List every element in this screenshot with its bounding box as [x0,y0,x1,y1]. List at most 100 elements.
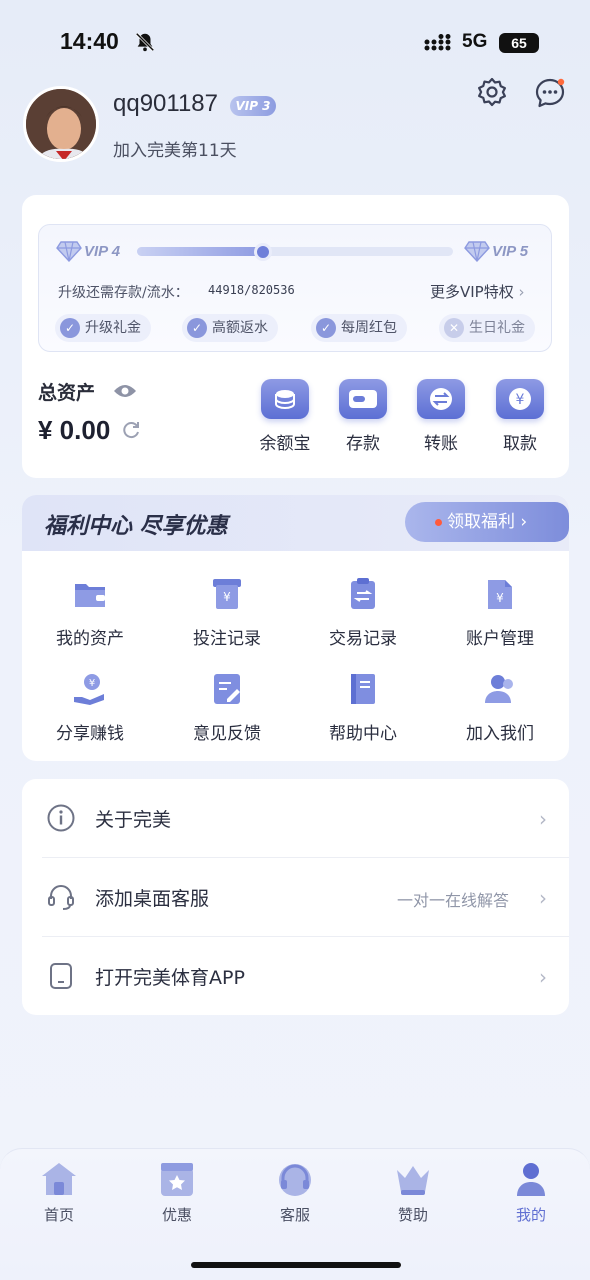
grid-label: 投注记录 [193,629,261,649]
about-row[interactable]: 关于完美 › [22,779,569,857]
perk-chip: ✓ 每周红包 [311,314,407,342]
more-vip-link[interactable]: 更多VIP特权 › [430,281,525,302]
transfer-button[interactable]: 转账 [406,379,476,454]
tab-mine[interactable]: 我的 [472,1160,590,1225]
wallet-icon [339,379,387,419]
my-assets-item[interactable]: 我的资产 [30,576,150,649]
upgrade-label: 升级还需存款/流水： [58,285,189,301]
chevron-right-icon: › [518,283,525,301]
user-icon [511,1160,551,1198]
tab-label: 客服 [279,1206,310,1224]
phone-icon [50,963,72,989]
check-icon: ✓ [316,318,336,338]
withdraw-button[interactable]: ¥ 取款 [485,379,555,454]
status-time: 14:40 [60,28,119,54]
vip-badge: VIP 3 [230,96,276,116]
svg-text:¥: ¥ [496,591,504,605]
grid-label: 账户管理 [466,629,534,649]
people-icon [482,671,518,707]
headset-icon [48,885,74,910]
network-type: 5G [462,31,488,52]
tab-sponsor[interactable]: 赞助 [354,1160,472,1225]
refresh-icon[interactable] [121,420,141,440]
chevron-right-icon: › [539,886,547,910]
gift-icon [157,1160,197,1198]
total-assets-amount: ¥ 0.00 [38,415,111,445]
open-app-row[interactable]: 打开完美体育APP › [22,937,569,1015]
claim-label: 领取福利 [447,512,515,532]
diamond-icon [56,241,82,262]
eye-icon[interactable] [113,383,137,399]
perk-label: 生日礼金 [469,320,525,336]
action-label: 取款 [503,434,537,454]
grid-label: 我的资产 [56,629,124,649]
signal-icon [424,34,451,51]
menu-label: 关于完美 [95,809,172,831]
join-days: 加入完美第11天 [113,141,237,161]
grid-label: 意见反馈 [193,724,261,744]
join-us-item[interactable]: 加入我们 [440,671,560,744]
tab-label: 我的 [515,1206,546,1224]
svg-text:¥: ¥ [223,590,231,604]
hand-coin-icon: ¥ [72,671,108,707]
check-icon: ✓ [60,318,80,338]
help-book-icon [345,671,381,707]
deposit-button[interactable]: 存款 [328,379,398,454]
avatar[interactable] [23,86,99,162]
home-indicator [191,1262,401,1268]
tab-label: 首页 [43,1206,74,1224]
bet-record-icon: ¥ [209,576,245,612]
bet-record-item[interactable]: ¥ 投注记录 [167,576,287,649]
cross-icon: ✕ [444,318,464,338]
chevron-right-icon: › [520,512,528,532]
action-label: 余额宝 [259,434,311,454]
clipboard-icon [345,576,381,612]
transfer-icon [417,379,465,419]
username: qq901187 [113,90,218,117]
transaction-record-item[interactable]: 交易记录 [303,576,423,649]
chevron-right-icon: › [539,807,547,831]
svg-text:¥: ¥ [516,392,525,408]
action-label: 转账 [424,434,458,454]
help-center-item[interactable]: 帮助中心 [303,671,423,744]
perk-chip: ✓ 升级礼金 [55,314,151,342]
share-earn-item[interactable]: ¥ 分享赚钱 [30,671,150,744]
perk-label: 升级礼金 [85,320,141,336]
svg-text:¥: ¥ [89,678,95,689]
feedback-item[interactable]: 意见反馈 [167,671,287,744]
total-assets-label: 总资产 [38,382,96,404]
desktop-support-row[interactable]: 添加桌面客服 一对一在线解答 › [22,858,569,936]
perk-chip: ✕ 生日礼金 [439,314,535,342]
grid-label: 帮助中心 [329,724,397,744]
vip-next-level: VIP 5 [492,243,529,260]
menu-label: 添加桌面客服 [95,888,210,910]
action-label: 存款 [346,434,380,454]
headset-icon [275,1160,315,1198]
account-file-icon: ¥ [482,576,518,612]
welfare-title: 福利中心 尽享优惠 [44,514,228,539]
account-management-item[interactable]: ¥ 账户管理 [440,576,560,649]
tab-home[interactable]: 首页 [0,1160,118,1225]
perk-label: 每周红包 [341,320,397,336]
upgrade-value: 44918/820536 [208,283,295,297]
grid-label: 交易记录 [329,629,397,649]
withdraw-icon: ¥ [496,379,544,419]
vip-progress-fill [137,247,264,256]
perk-label: 高额返水 [212,320,268,336]
tab-support[interactable]: 客服 [236,1160,354,1225]
info-icon [47,804,75,832]
gear-icon[interactable] [476,76,508,108]
perk-chip: ✓ 高额返水 [182,314,278,342]
menu-subtitle: 一对一在线解答 [396,891,509,910]
feedback-icon [209,671,245,707]
diamond-icon [464,241,490,262]
chat-icon[interactable] [533,76,567,110]
notification-dot [435,519,442,526]
crown-icon [393,1160,433,1198]
vip-current-level: VIP 4 [84,243,121,260]
claim-welfare-button[interactable]: 领取福利 › [405,502,569,542]
yuebao-button[interactable]: 余额宝 [250,379,320,454]
tab-promotions[interactable]: 优惠 [118,1160,236,1225]
menu-label: 打开完美体育APP [95,967,245,989]
more-vip-label: 更多VIP特权 [430,283,514,301]
